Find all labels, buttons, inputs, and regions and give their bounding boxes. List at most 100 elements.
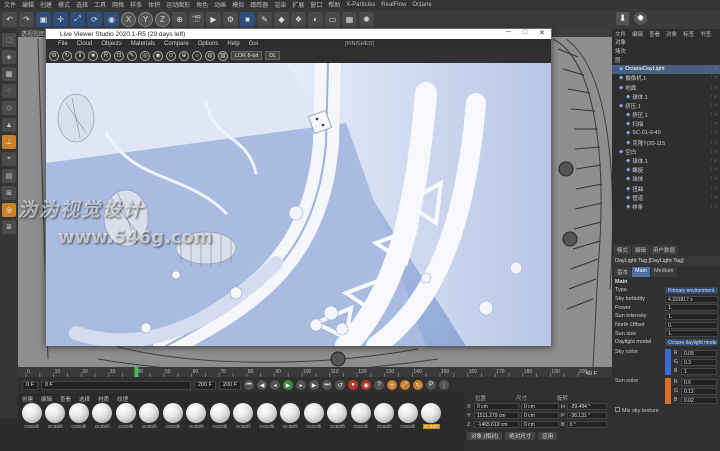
material-item[interactable]: OctDiffi [349,403,373,429]
layer-row[interactable]: 场次 [612,46,720,55]
light-icon[interactable]: ✺ [359,11,374,27]
focus-icon[interactable]: ◎ [140,50,150,61]
menu-item[interactable]: 跟踪器 [250,0,268,9]
visibility-dots[interactable]: ⁝ ✓ [711,167,718,173]
size-mode-select[interactable]: 绝对尺寸 [505,431,536,440]
attr-value[interactable]: Octane daylight mode [665,338,718,346]
object-row[interactable]: ◆ 扫描 ⁝ ✓ [612,120,720,129]
gear-icon[interactable]: ✹ [634,12,647,25]
render-view-icon[interactable]: 🎬 [189,11,204,27]
object-row[interactable]: ◆ SC-01-0-40 ⁝ ✓ [612,129,720,138]
material-item[interactable]: OctDiffi [373,403,397,429]
timeline[interactable]: 0 10 20 30 40 50 60 70 80 90 100 110 120 130 140 150 160… [18,367,612,377]
minimize-button[interactable]: ─ [506,29,511,37]
layer-icon[interactable]: ≣ [2,220,16,234]
dope-icon[interactable]: ⋮ [439,380,450,390]
start-frame-field[interactable]: 0 F [22,380,38,390]
menu-item[interactable]: 渲染 [274,0,286,9]
attr-value[interactable]: 1. [665,330,718,338]
attr-tab[interactable]: 编辑 [632,245,650,255]
menu-item[interactable]: RealFlow [381,2,406,8]
loop-icon[interactable]: ↺ [335,380,346,390]
move-icon[interactable]: ✛ [53,11,68,27]
material-item[interactable]: OctDiffi [67,403,91,429]
attr-tab[interactable]: 模式 [614,245,632,255]
pause-icon[interactable]: ‖ [75,50,85,61]
make-editable-icon[interactable]: ⬚ [2,33,16,47]
coord-mode-select[interactable]: 对象 (相对) [467,431,503,440]
redo-icon[interactable]: ↷ [19,11,34,27]
point-mode-icon[interactable]: ⁘ [2,84,16,98]
attr-value[interactable]: 1. [665,312,718,320]
menu-item[interactable]: 窗口 [310,0,322,9]
position-field[interactable]: 1511.279 cm [474,412,519,419]
next-key-icon[interactable]: ▶ [309,380,320,390]
object-row[interactable]: ◆ 管道 ⁝ ✓ [612,193,720,202]
clay-icon[interactable]: ◍ [205,50,215,61]
material-menu-item[interactable]: 纹理 [117,395,128,403]
object-row[interactable]: ◆ 球体.1 ⁝ ✓ [612,92,720,101]
menu-item[interactable]: 帮助 [328,0,340,9]
object-pick-icon[interactable]: ⊙ [166,50,176,61]
region-icon[interactable]: R [101,50,111,61]
menu-item[interactable]: 模拟 [232,0,244,9]
om-menu-item[interactable]: 编辑 [632,30,643,38]
subdivision-icon[interactable]: ◆ [274,11,289,27]
object-row[interactable]: ◆ 空白 ⁝ ✓ [612,147,720,156]
rotation-field[interactable]: -38.131 ° [566,412,607,419]
visibility-dots[interactable]: ⁝ ✓ [711,75,718,81]
pick-icon[interactable]: ✎ [127,50,137,61]
white-balance-icon[interactable]: ☼ [192,50,202,61]
attr-subtab[interactable]: Main [632,267,650,277]
download-icon[interactable]: ⬇ [616,12,629,25]
material-item[interactable]: OctDiffi [208,403,232,429]
axis-y-button[interactable]: Y [138,11,153,27]
om-menu-item[interactable]: 对象 [666,30,677,38]
play-icon[interactable]: ▶ [283,380,294,390]
attr-value[interactable]: Primary environment [665,286,718,294]
size-field[interactable]: 0 cm [521,421,559,428]
visibility-dots[interactable]: ⁝ ✓ [711,121,718,127]
close-button[interactable]: ✕ [539,29,545,37]
menu-item[interactable]: 文件 [4,0,16,9]
layer-row[interactable]: 对象 [612,37,720,46]
mix-sky-texture[interactable]: Mix sky texture [612,405,720,416]
object-row[interactable]: ◆ 挤压.1 ⁝ ✓ [612,111,720,120]
mix-checkbox[interactable] [615,406,620,412]
cube-icon[interactable]: ■ [240,11,255,27]
material-menu-item[interactable]: 创建 [22,395,33,403]
cloner-icon[interactable]: ❖ [291,11,306,27]
sun-g-field[interactable]: 0.12 [681,387,717,395]
rot-key-icon[interactable]: ↻ [413,380,424,390]
material-item[interactable]: OctDiffi [91,403,115,429]
visibility-dots[interactable]: ⁝ ✓ [711,130,718,136]
visibility-dots[interactable]: ⁝ ✓ [711,204,718,210]
menu-item[interactable]: X-Particles [346,2,375,8]
menu-item[interactable]: 样条 [130,0,142,9]
material-item[interactable]: OctDiffi [185,403,209,429]
menu-item[interactable]: 运动图形 [166,0,190,9]
lock-icon[interactable]: ⊡ [114,50,124,61]
live-viewer-titlebar[interactable]: Live Viewer Studio 2020.1-R5 (29 days le… [46,29,551,39]
material-item[interactable]: OctDiffi [44,403,68,429]
render-settings-icon[interactable]: ⚙ [223,11,238,27]
menu-item[interactable]: 角色 [196,0,208,9]
object-row[interactable]: ◆ OctaneDayLight ⁝ ✓ [612,64,720,74]
record-icon[interactable]: ● [348,380,359,390]
menu-item[interactable]: 模式 [58,0,70,9]
material-menu-item[interactable]: 编辑 [41,395,52,403]
pos-key-icon[interactable]: ✛ [387,380,398,390]
scale-icon[interactable]: ⤢ [70,11,85,27]
undo-icon[interactable]: ↶ [2,11,17,27]
menu-item[interactable]: 动画 [214,0,226,9]
attr-value[interactable]: 0. [665,321,718,329]
attr-subtab[interactable]: Medium [650,267,677,277]
material-pick-icon[interactable]: ◉ [153,50,163,61]
scale-key-icon[interactable]: ⤢ [400,380,411,390]
size-field[interactable]: 0 cm [521,403,559,410]
menu-item[interactable]: 编辑 [22,0,34,9]
deformer-icon[interactable]: ◐ [308,11,323,27]
lv-menu-item[interactable]: Compare [164,41,189,47]
om-menu-item[interactable]: 标签 [683,30,694,38]
material-item[interactable]: OctDiffi [279,403,303,429]
